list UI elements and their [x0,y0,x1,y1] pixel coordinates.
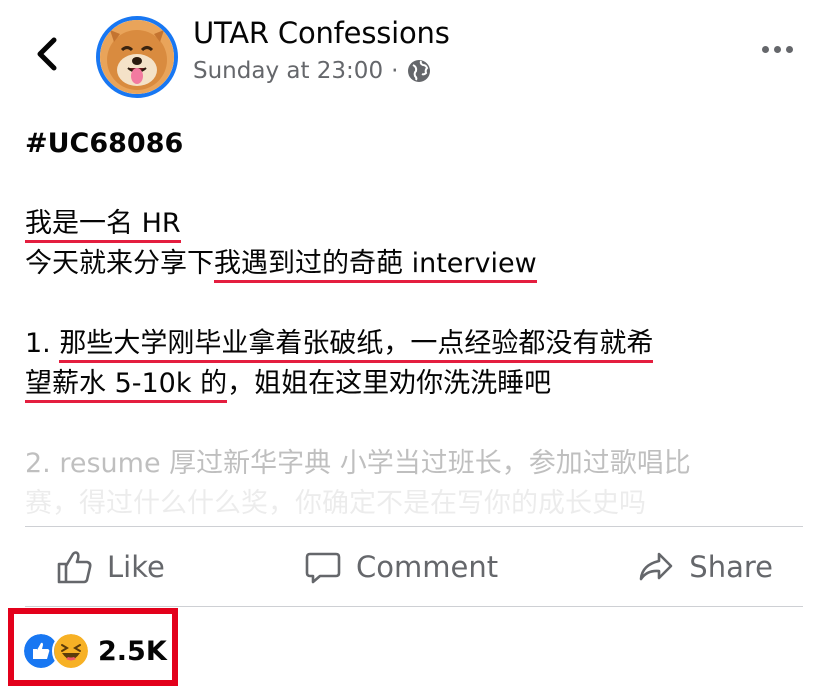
meta-separator: · [391,58,399,84]
post-line: 我是一名 HR [25,204,805,244]
comment-bubble-icon [305,552,341,584]
more-options-button[interactable] [762,46,793,53]
like-label: Like [107,550,165,584]
page-name-link[interactable]: UTAR Confessions [193,16,450,50]
post-hashtag[interactable]: #UC68086 [25,124,805,164]
more-dots-icon [762,46,769,53]
share-label: Share [689,550,773,584]
post-action-bar: Like Comment Share [25,527,803,607]
post-text-span: ，姐姐在这里劝你洗洗睡吧 [227,368,552,399]
post-line: 今天就来分享下我遇到过的奇葩 interview [25,244,805,284]
post-line-faded: 2. resume 厚过新华字典 小学当过班长，参加过歌唱比 [25,448,691,479]
post-line-faded: 赛，得过什么什么奖，你确定不是在写你的成长史吗 [25,488,646,519]
thumbs-up-icon [57,551,92,584]
back-button[interactable] [30,34,66,74]
page-avatar[interactable] [96,16,178,98]
post-timestamp[interactable]: Sunday at 23:00 [193,58,383,84]
comment-button[interactable]: Comment [274,548,528,586]
reactions-summary[interactable]: 2.5K [22,632,167,670]
like-button[interactable]: Like [25,548,195,586]
highlighted-text: 我是一名 HR [25,208,181,243]
post-text: #UC68086 我是一名 HR 今天就来分享下我遇到过的奇葩 intervie… [25,124,805,524]
post-line: 望薪水 5-10k 的，姐姐在这里劝你洗洗睡吧 [25,364,805,404]
highlighted-text: 我遇到过的奇葩 interview [214,248,537,283]
comment-label: Comment [356,550,499,584]
globe-icon[interactable] [406,58,432,84]
highlighted-text: 那些大学刚毕业拿着张破纸，一点经验都没有就希 [59,328,654,363]
divider [25,606,803,607]
dog-avatar-image [100,20,174,94]
reaction-count: 2.5K [98,635,167,667]
share-button[interactable]: Share [607,548,803,586]
share-arrow-icon [639,552,673,581]
post-line: 1. 那些大学刚毕业拿着张破纸，一点经验都没有就希 [25,324,805,364]
post-text-span: 1. [25,328,60,359]
post-meta: Sunday at 23:00 · [193,58,432,84]
haha-reaction-icon [52,632,90,670]
highlighted-text: 望薪水 5-10k 的 [25,368,228,403]
post-text-span: 今天就来分享下 [25,248,214,279]
chevron-left-icon [37,37,57,71]
